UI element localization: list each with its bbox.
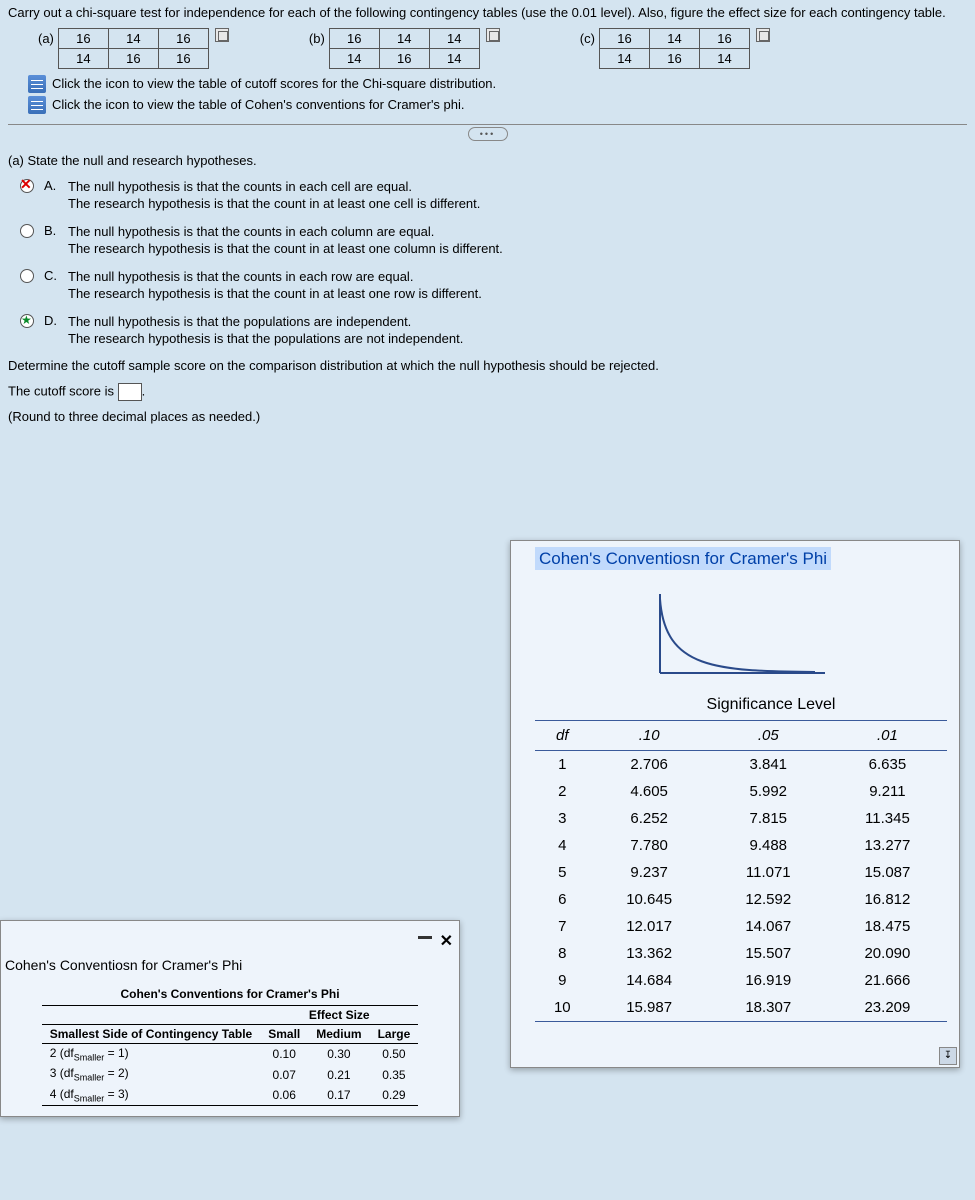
chi-modal-title: Cohen's Conventiosn for Cramer's Phi [535,547,831,570]
radio-a[interactable] [20,179,34,193]
table-cell: 4.605 [590,778,709,805]
table-b-label: (b) [309,28,325,46]
table-cell: 14.067 [709,913,828,940]
table-cell: 5.992 [709,778,828,805]
table-cell: 3.841 [709,751,828,779]
link-chi-table[interactable]: Click the icon to view the table of cuto… [52,76,496,91]
expand-icon[interactable] [756,28,770,42]
table-a: 161416 141616 [58,28,209,69]
table-cell: 4 [535,832,590,859]
table-cell: 15.507 [709,940,828,967]
option-letter: C. [44,268,60,283]
document-icon[interactable] [28,96,46,114]
table-cell: 6.635 [828,751,947,779]
table-cell: 16.812 [828,886,947,913]
table-cell: 15.987 [590,994,709,1022]
link-cohen-table[interactable]: Click the icon to view the table of Cohe… [52,97,465,112]
table-cell: 7.780 [590,832,709,859]
option-b-text: The null hypothesis is that the counts i… [68,223,967,258]
table-cell: 23.209 [828,994,947,1022]
cohen-table: Cohen's Conventions for Cramer's Phi Eff… [42,985,419,1106]
table-cell: 14.684 [590,967,709,994]
table-b: 161414 141614 [329,28,480,69]
table-cell: 8 [535,940,590,967]
table-cell: 16.919 [709,967,828,994]
table-a-label: (a) [38,28,54,46]
table-cell: 9.211 [828,778,947,805]
option-a-text: The null hypothesis is that the counts i… [68,178,967,213]
answer-options: A. The null hypothesis is that the count… [18,178,967,348]
cutoff-label: The cutoff score is [8,383,114,398]
table-cell: 1 [535,751,590,779]
radio-b[interactable] [20,224,34,238]
cutoff-input[interactable] [118,383,142,401]
part-a-prompt: (a) State the null and research hypothes… [8,153,967,168]
table-cell: 9.237 [590,859,709,886]
cohen-modal: ✕ Cohen's Conventiosn for Cramer's Phi C… [0,920,460,1117]
distribution-curve-icon [655,589,835,679]
contingency-tables-row: (a) 161416 141616 (b) 161414 141614 (c) … [38,28,967,69]
table-cell: 18.307 [709,994,828,1022]
ellipsis-pill[interactable]: ••• [468,127,508,141]
close-icon[interactable]: ✕ [440,931,453,951]
table-cell: 2 [535,778,590,805]
table-cell: 6 [535,886,590,913]
table-cell: 7.815 [709,805,828,832]
expand-icon[interactable] [486,28,500,42]
table-cell: 3 [535,805,590,832]
determine-prompt: Determine the cutoff sample score on the… [8,358,967,373]
scroll-down-icon[interactable]: ↧ [939,1047,957,1065]
table-cell: 21.666 [828,967,947,994]
table-c-label: (c) [580,28,595,46]
table-cell: 13.277 [828,832,947,859]
option-d-text: The null hypothesis is that the populati… [68,313,967,348]
table-cell: 13.362 [590,940,709,967]
table-cell: 2.706 [590,751,709,779]
table-cell: 11.071 [709,859,828,886]
question-intro: Carry out a chi-square test for independ… [8,4,967,22]
radio-d[interactable] [20,314,34,328]
option-letter: D. [44,313,60,328]
table-cell: 6.252 [590,805,709,832]
expand-icon[interactable] [215,28,229,42]
table-cell: 9 [535,967,590,994]
table-cell: 20.090 [828,940,947,967]
cutoff-note: (Round to three decimal places as needed… [8,409,967,424]
significance-label: Significance Level [595,696,947,714]
table-cell: 18.475 [828,913,947,940]
table-cell: 11.345 [828,805,947,832]
table-cell: 9.488 [709,832,828,859]
minimize-icon[interactable] [418,936,432,939]
table-cell: 5 [535,859,590,886]
document-icon[interactable] [28,75,46,93]
table-cell: 12.017 [590,913,709,940]
table-cell: 10.645 [590,886,709,913]
table-cell: 12.592 [709,886,828,913]
chi-square-table: df .10 .05 .01 12.7063.8416.63524.6055.9… [535,720,947,1022]
option-letter: A. [44,178,60,193]
option-c-text: The null hypothesis is that the counts i… [68,268,967,303]
table-cell: 7 [535,913,590,940]
cohen-modal-title: Cohen's Conventiosn for Cramer's Phi [5,957,459,973]
option-letter: B. [44,223,60,238]
table-c: 161416 141614 [599,28,750,69]
radio-c[interactable] [20,269,34,283]
table-cell: 15.087 [828,859,947,886]
table-cell: 10 [535,994,590,1022]
chi-modal: Cohen's Conventiosn for Cramer's Phi Sig… [510,540,960,1068]
